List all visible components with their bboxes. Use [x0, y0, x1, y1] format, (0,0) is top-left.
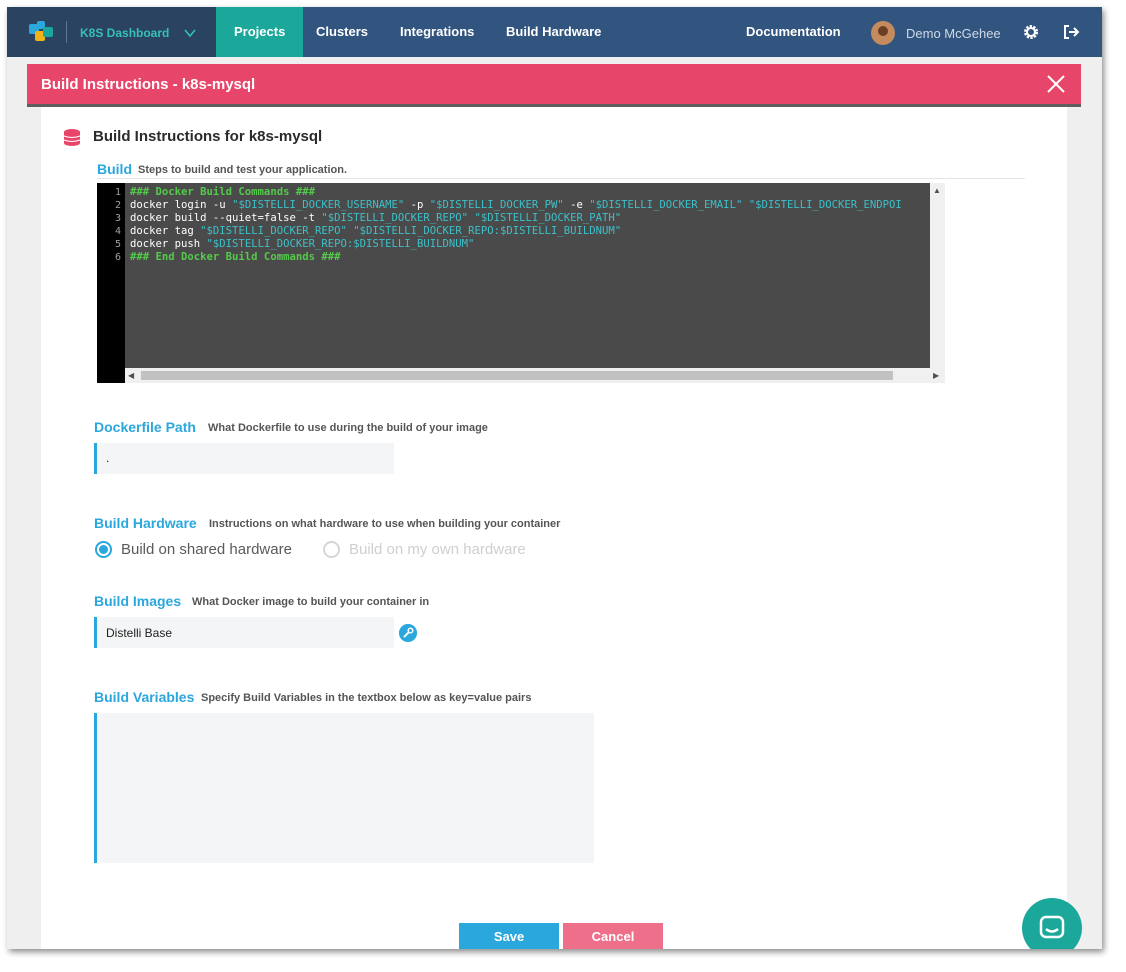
database-icon	[63, 129, 81, 146]
brand-divider	[66, 21, 67, 43]
nav-build-hardware[interactable]: Build Hardware	[488, 7, 619, 57]
code-line[interactable]: docker push "$DISTELLI_DOCKER_REPO:$DIST…	[130, 238, 474, 250]
variables-label: Build Variables	[94, 689, 195, 705]
scrollbar-thumb[interactable]	[141, 371, 893, 380]
line-number: 6	[114, 252, 121, 263]
line-number-gutter: 1 2 3 4 5 6	[97, 183, 125, 383]
build-description: Steps to build and test your application…	[138, 164, 348, 176]
code-line[interactable]: docker tag "$DISTELLI_DOCKER_REPO" "$DIS…	[130, 225, 621, 237]
line-number: 4	[114, 226, 121, 237]
modal-title: Build Instructions - k8s-mysql	[41, 76, 256, 93]
build-divider	[97, 178, 1025, 179]
shared-hardware-radio[interactable]	[95, 541, 112, 558]
dockerfile-path-input[interactable]: .	[94, 443, 394, 474]
dockerfile-description: What Dockerfile to use during the build …	[208, 422, 488, 434]
own-hardware-radio[interactable]	[323, 541, 340, 558]
scroll-up-icon[interactable]: ▲	[933, 186, 941, 196]
nav-integrations[interactable]: Integrations	[382, 7, 492, 57]
chat-bubble-icon	[1039, 915, 1065, 939]
line-number: 3	[114, 213, 121, 224]
shared-hardware-label[interactable]: Build on shared hardware	[121, 541, 292, 558]
scroll-left-icon[interactable]: ◀	[128, 371, 134, 381]
gear-icon[interactable]	[1022, 23, 1040, 41]
editor-vertical-scrollbar[interactable]: ▲	[930, 183, 945, 368]
cancel-button[interactable]: Cancel	[563, 923, 663, 949]
modal-header: Build Instructions - k8s-mysql	[27, 64, 1081, 104]
user-name[interactable]: Demo McGehee	[906, 26, 1001, 41]
scroll-right-icon[interactable]: ▶	[933, 371, 939, 381]
nav-projects[interactable]: Projects	[216, 7, 304, 57]
hardware-label: Build Hardware	[94, 515, 197, 531]
build-variables-textarea[interactable]	[94, 713, 594, 863]
logout-icon[interactable]	[1062, 23, 1080, 41]
brand-area[interactable]: K8S Dashboard	[7, 7, 216, 57]
build-label: Build	[97, 161, 132, 177]
code-line[interactable]: docker build --quiet=false -t "$DISTELLI…	[130, 212, 621, 224]
section-title: Build Instructions for k8s-mysql	[93, 128, 323, 145]
app-window: K8S Dashboard Projects Clusters Integrat…	[7, 7, 1102, 949]
line-number: 1	[114, 187, 121, 198]
line-number: 2	[114, 200, 121, 211]
variables-description: Specify Build Variables in the textbox b…	[201, 692, 532, 704]
images-description: What Docker image to build your containe…	[192, 596, 430, 608]
images-label: Build Images	[94, 593, 182, 609]
editor-horizontal-scrollbar[interactable]: ◀ ▶	[125, 368, 945, 383]
hardware-description: Instructions on what hardware to use whe…	[209, 518, 561, 530]
own-hardware-label[interactable]: Build on my own hardware	[349, 541, 526, 558]
line-number: 5	[114, 239, 121, 250]
brand-name: K8S Dashboard	[80, 26, 170, 40]
save-button[interactable]: Save	[459, 923, 559, 949]
nav-documentation[interactable]: Documentation	[728, 7, 859, 57]
chat-launcher[interactable]	[1022, 898, 1082, 949]
chevron-down-icon[interactable]	[184, 27, 196, 39]
close-icon[interactable]	[1046, 74, 1066, 94]
dockerfile-label: Dockerfile Path	[94, 419, 196, 435]
avatar[interactable]	[871, 21, 895, 45]
code-line[interactable]: ### End Docker Build Commands ###	[130, 251, 340, 263]
build-script-editor[interactable]: 1 2 3 4 5 6 ### Docker Build Commands ##…	[97, 183, 945, 383]
wrench-icon[interactable]	[399, 624, 417, 642]
code-line[interactable]: docker login -u "$DISTELLI_DOCKER_USERNA…	[130, 199, 902, 211]
build-instructions-panel: Build Instructions for k8s-mysql Build S…	[41, 107, 1067, 949]
top-navbar: K8S Dashboard Projects Clusters Integrat…	[7, 7, 1102, 57]
code-line[interactable]: ### Docker Build Commands ###	[130, 186, 315, 198]
nav-clusters[interactable]: Clusters	[298, 7, 386, 57]
build-image-input[interactable]: Distelli Base	[94, 617, 394, 648]
